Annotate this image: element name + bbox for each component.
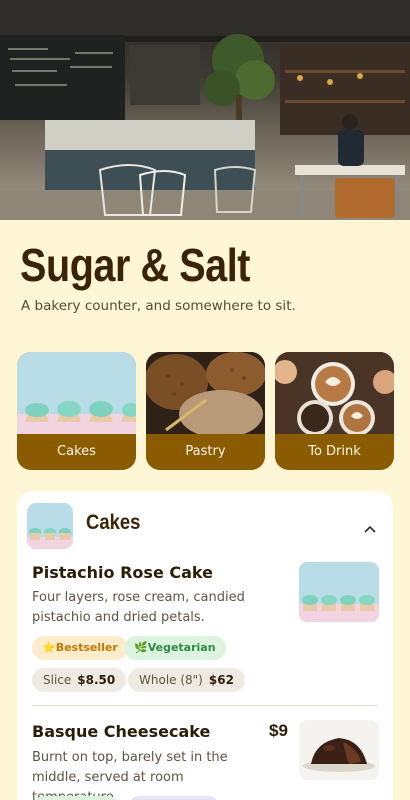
section-thumbnail <box>27 503 73 549</box>
item-name[interactable]: Basque Cheesecake <box>32 722 210 741</box>
tagline: A bakery counter, and somewhere to sit. <box>21 298 296 314</box>
chevron-up-icon[interactable] <box>363 519 377 533</box>
tag-pill <box>32 796 120 800</box>
category-image <box>146 352 265 434</box>
category-pastry[interactable]: Pastry <box>146 352 265 470</box>
item-image[interactable] <box>299 562 379 622</box>
hero-image <box>0 0 410 220</box>
item-price: $9 <box>269 721 288 740</box>
category-image <box>17 352 136 434</box>
item-image[interactable] <box>299 720 379 780</box>
price-option-slice[interactable]: Slice $8.50 <box>32 668 127 692</box>
item-description: Four layers, rose cream, candied pistach… <box>32 590 245 625</box>
category-image <box>275 352 394 434</box>
tag-pill <box>128 796 220 800</box>
item-divider <box>32 705 378 706</box>
item-name[interactable]: Pistachio Rose Cake <box>32 563 213 582</box>
category-label: Cakes <box>17 434 136 470</box>
star-icon: ⭐ <box>42 641 56 654</box>
section-title: Cakes <box>86 511 141 534</box>
leaf-icon: 🌿 <box>134 641 148 654</box>
item-description: Burnt on top, barely set in the middle, … <box>32 750 228 800</box>
price-option-whole[interactable]: Whole (8") $62 <box>128 668 245 692</box>
category-drinks[interactable]: To Drink <box>275 352 394 470</box>
vegetarian-badge: 🌿Vegetarian <box>124 636 226 660</box>
bestseller-badge: ⭐Bestseller <box>32 636 128 660</box>
category-cakes[interactable]: Cakes <box>17 352 136 470</box>
category-label: Pastry <box>146 434 265 470</box>
menu-section-cakes: Cakes Pistachio Rose Cake Four layers, r… <box>17 491 393 800</box>
category-label: To Drink <box>275 434 394 470</box>
page-title: Sugar & Salt <box>20 239 251 291</box>
